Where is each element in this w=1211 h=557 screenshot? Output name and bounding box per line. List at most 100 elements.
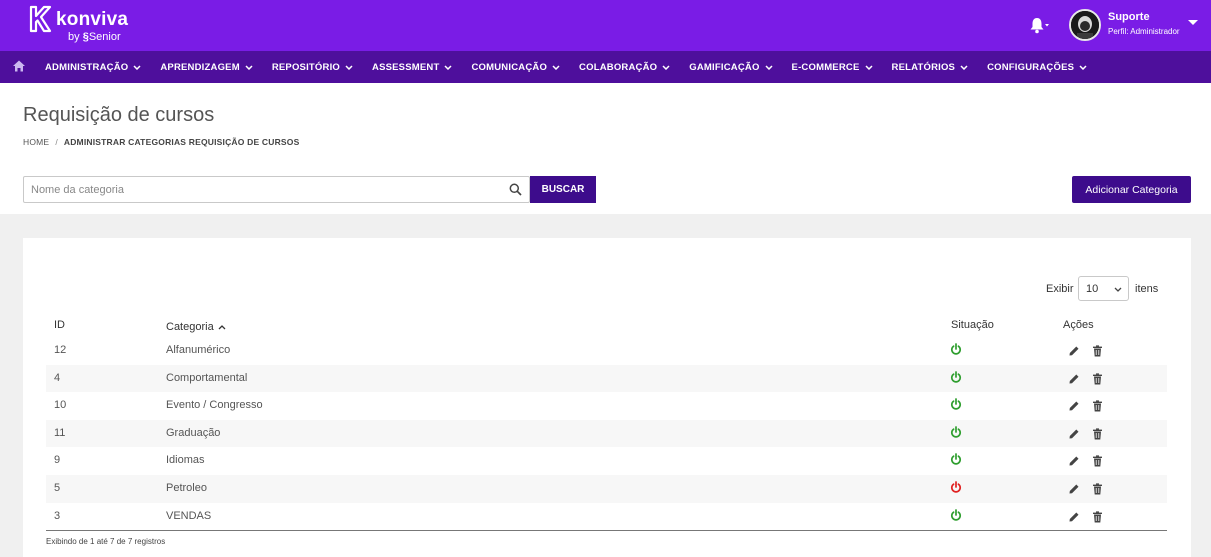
- nav-item-colaboracao[interactable]: COLABORAÇÃO: [579, 62, 670, 73]
- page-title: Requisição de cursos: [23, 104, 215, 126]
- trash-icon[interactable]: [1092, 400, 1103, 412]
- user-profile: Perfil: Administrador: [1108, 27, 1180, 36]
- chevron-down-icon: [960, 64, 968, 70]
- search-icon[interactable]: [509, 183, 522, 196]
- nav-item-configuracoes[interactable]: CONFIGURAÇÕES: [987, 62, 1087, 73]
- chevron-down-icon: [133, 64, 141, 70]
- trash-icon[interactable]: [1092, 455, 1103, 467]
- nav-item-label: CONFIGURAÇÕES: [987, 61, 1075, 73]
- konviva-logo-icon: [29, 5, 52, 33]
- user-menu-caret-icon[interactable]: [1188, 20, 1198, 25]
- brand-by: by §Senior: [68, 31, 121, 43]
- nav-item-ecommerce[interactable]: E-COMMERCE: [792, 62, 873, 73]
- breadcrumb: HOME / ADMINISTRAR CATEGORIAS REQUISIÇÃO D…: [23, 137, 299, 147]
- power-icon[interactable]: [950, 425, 962, 438]
- pencil-icon[interactable]: [1068, 428, 1080, 440]
- table-row: 5 Petroleo: [46, 474, 1167, 503]
- power-icon[interactable]: [950, 370, 962, 383]
- search-button[interactable]: BUSCAR: [530, 176, 596, 203]
- power-icon[interactable]: [950, 453, 962, 465]
- nav-item-aprendizagem[interactable]: APRENDIZAGEM: [160, 61, 253, 73]
- breadcrumb-home[interactable]: HOME: [23, 137, 49, 147]
- nav-item-gamificacao[interactable]: GAMIFICAÇÃO: [689, 61, 773, 73]
- trash-icon[interactable]: [1092, 345, 1103, 357]
- user-name[interactable]: Suporte: [1108, 11, 1150, 23]
- nav-item-label: COMUNICAÇÃO: [471, 61, 548, 73]
- nav-item-administracao[interactable]: ADMINISTRAÇÃO: [45, 62, 141, 73]
- home-icon[interactable]: [12, 59, 26, 73]
- show-label: Exibir: [1046, 283, 1074, 295]
- trash-icon[interactable]: [1092, 428, 1103, 440]
- page-size-value: 10: [1086, 283, 1099, 295]
- pencil-icon[interactable]: [1068, 455, 1080, 467]
- chevron-down-icon: [444, 64, 453, 70]
- power-icon[interactable]: [950, 508, 962, 521]
- cell-category: VENDAS: [166, 509, 212, 522]
- table-info: Exibindo de 1 até 7 de 7 registros: [46, 537, 166, 546]
- nav-item-label: GAMIFICAÇÃO: [689, 61, 760, 73]
- search-input[interactable]: [31, 181, 501, 198]
- power-icon[interactable]: [950, 398, 962, 410]
- pencil-icon[interactable]: [1068, 373, 1080, 385]
- brand-name: konviva: [56, 9, 129, 30]
- chevron-down-icon: [662, 64, 670, 70]
- chevron-down-icon: [864, 64, 873, 70]
- cell-id: 5: [54, 481, 61, 494]
- konviva-logo[interactable]: konviva by §Senior: [28, 5, 138, 47]
- add-category-button[interactable]: Adicionar Categoria: [1072, 176, 1191, 203]
- sort-asc-icon: [218, 324, 226, 329]
- column-header-category[interactable]: Categoria: [166, 321, 226, 333]
- trash-icon[interactable]: [1092, 483, 1103, 495]
- cell-category: Comportamental: [166, 371, 248, 384]
- table-row: 12 Alfanumérico: [46, 337, 1167, 365]
- nav-item-label: REPOSITÓRIO: [271, 61, 341, 73]
- breadcrumb-current: ADMINISTRAR CATEGORIAS REQUISIÇÃO DE CUR…: [63, 137, 300, 147]
- cell-category: Idiomas: [166, 454, 205, 467]
- nav-item-assessment[interactable]: ASSESSMENT: [372, 61, 453, 73]
- pencil-icon[interactable]: [1068, 400, 1080, 412]
- user-avatar[interactable]: [1069, 9, 1101, 41]
- column-header-id[interactable]: ID: [54, 319, 65, 331]
- trash-icon[interactable]: [1092, 372, 1103, 385]
- nav-item-label: ASSESSMENT: [372, 61, 440, 73]
- pencil-icon[interactable]: [1068, 511, 1080, 523]
- nav-item-repositorio[interactable]: REPOSITÓRIO: [272, 62, 353, 73]
- power-icon[interactable]: [950, 343, 962, 355]
- cell-id: 9: [54, 454, 61, 467]
- column-header-category-label: Categoria: [166, 321, 214, 333]
- chevron-down-icon: [245, 64, 253, 70]
- table-row: 10 Evento / Congresso: [46, 392, 1167, 420]
- nav-items: ADMINISTRAÇÃO APRENDIZAGEM REPOSITÓRIO A…: [45, 51, 1106, 83]
- items-label: itens: [1135, 283, 1159, 295]
- cell-id: 12: [54, 344, 67, 356]
- cell-category: Alfanumérico: [166, 344, 231, 356]
- chevron-down-icon: [552, 64, 560, 70]
- table-row: 11 Graduação: [46, 419, 1167, 448]
- column-header-status[interactable]: Situação: [951, 319, 994, 331]
- pencil-icon[interactable]: [1068, 345, 1080, 357]
- cell-id: 3: [54, 509, 61, 522]
- nav-item-label: COLABORAÇÃO: [579, 61, 658, 73]
- cell-category: Graduação: [166, 426, 221, 439]
- avatar-image-icon: [1071, 11, 1099, 39]
- categories-card: Exibir 10 itens ID Categoria Situação Aç…: [23, 238, 1191, 557]
- cell-category: Petroleo: [166, 481, 207, 494]
- pencil-icon[interactable]: [1068, 483, 1080, 495]
- power-icon[interactable]: [950, 481, 962, 493]
- cell-id: 4: [54, 371, 61, 384]
- nav-item-label: APRENDIZAGEM: [160, 61, 240, 73]
- nav-item-label: RELATÓRIOS: [891, 61, 956, 73]
- brand-sub: Senior: [88, 31, 121, 43]
- search-box: [23, 176, 530, 203]
- page-head: Requisição de cursos HOME / ADMINISTRAR CA…: [0, 83, 1211, 214]
- main-nav: ADMINISTRAÇÃO APRENDIZAGEM REPOSITÓRIO A…: [0, 51, 1211, 83]
- bell-icon[interactable]: [1029, 15, 1051, 35]
- table-body: 12 Alfanumérico 4 Comportamental 10 Evento / …: [46, 337, 1167, 530]
- nav-item-comunicacao[interactable]: COMUNICAÇÃO: [471, 62, 560, 73]
- brand-by-text: by: [68, 31, 80, 43]
- trash-icon[interactable]: [1092, 510, 1103, 523]
- nav-item-label: E-COMMERCE: [791, 61, 860, 73]
- nav-item-relatorios[interactable]: RELATÓRIOS: [892, 62, 969, 73]
- table-bottom-border: [46, 530, 1167, 531]
- page-size-select[interactable]: 10: [1078, 276, 1129, 301]
